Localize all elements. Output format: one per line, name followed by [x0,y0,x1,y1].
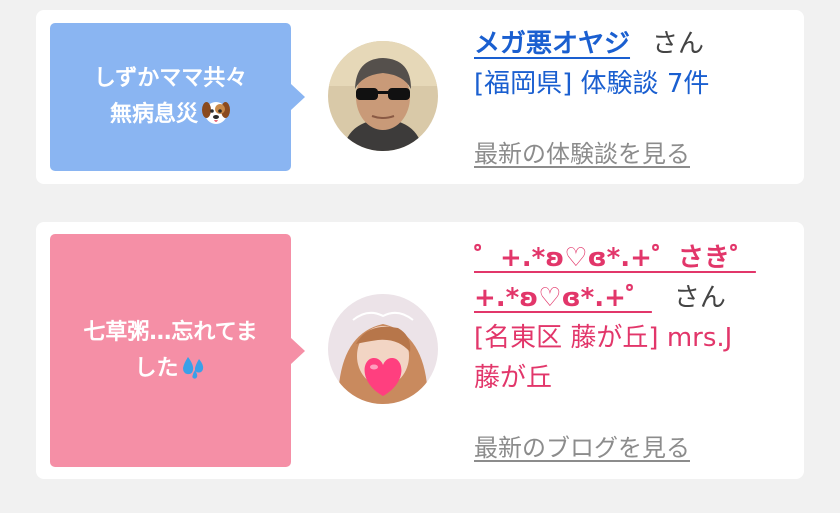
latest-blog-link[interactable]: 最新のブログを見る [474,428,690,463]
man-with-sunglasses-photo [328,41,438,151]
review-list: しずかママ共々 無病息災 メガ悪オヤジ さん [福岡県] 体験談 7件 最新の体… [0,0,840,513]
woman-photo-with-heart [328,294,438,404]
message-line: 無病息災 [110,97,231,133]
message-text: 無病息災 [109,102,198,127]
user-detail: [福岡県] 体験談 7件 [474,69,710,99]
user-name-link[interactable]: +.*ʚ♡ɞ*.+゜ [474,283,652,313]
user-info: ゜+.*ʚ♡ɞ*.+゜さき゜ +.*ʚ♡ɞ*.+゜ さん [名東区 藤が丘] mr… [474,238,784,398]
user-detail: 藤が丘 [474,363,553,393]
sweat-droplets-emoji-icon [182,356,203,379]
user-detail: [名東区 藤が丘] mrs.J [474,323,733,353]
user-name-line: +.*ʚ♡ɞ*.+゜ さん [474,278,784,318]
honorific: さん [652,29,705,59]
honorific: さん [673,283,726,313]
avatar[interactable] [328,41,438,151]
user-name-link[interactable]: メガ悪オヤジ [474,29,630,59]
user-card[interactable]: しずかママ共々 無病息災 メガ悪オヤジ さん [福岡県] 体験談 7件 最新の体… [36,10,804,184]
message-line: しずかママ共々 [93,66,248,91]
message-bubble: しずかママ共々 無病息災 [50,23,305,171]
message-text: した [134,355,179,381]
user-card[interactable]: 七草粥…忘れてま した ゜+.*ʚ♡ɞ*.+゜さき゜ +.*ʚ♡ɞ*.+゜ さん… [36,222,804,479]
dog-face-emoji-icon [202,102,230,124]
latest-reviews-link[interactable]: 最新の体験談を見る [474,134,690,169]
user-name-line: ゜+.*ʚ♡ɞ*.+゜さき゜ [474,238,784,278]
user-name-link[interactable]: ゜+.*ʚ♡ɞ*.+゜さき゜ [474,243,756,273]
message-line: した [134,351,206,387]
message-line: 七草粥…忘れてま [83,319,258,345]
user-name-line: メガ悪オヤジ さん [474,24,784,64]
user-info: メガ悪オヤジ さん [福岡県] 体験談 7件 [474,24,784,104]
message-bubble: 七草粥…忘れてま した [50,234,305,467]
avatar[interactable] [328,294,438,404]
